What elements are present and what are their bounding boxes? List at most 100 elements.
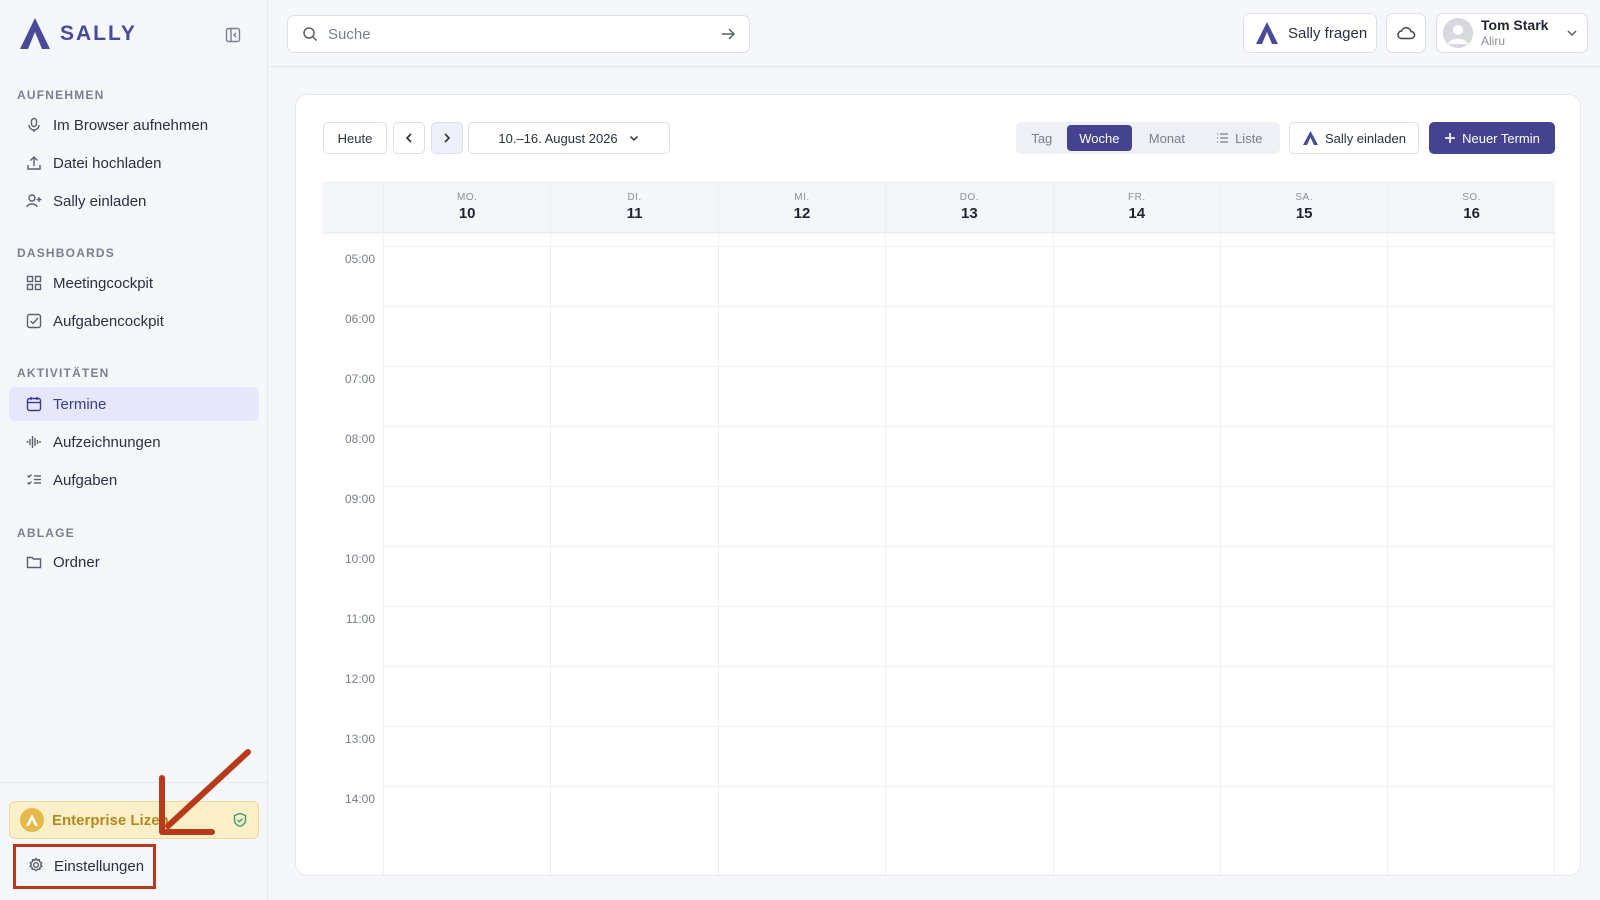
time-slot[interactable] — [1387, 666, 1554, 726]
day-header[interactable]: MO. 10 — [383, 181, 550, 233]
time-slot[interactable] — [718, 786, 885, 846]
sidebar-item-browser-record[interactable]: Im Browser aufnehmen — [9, 108, 259, 142]
time-slot[interactable] — [1387, 546, 1554, 606]
time-slot[interactable] — [550, 306, 717, 366]
time-slot[interactable] — [1220, 366, 1387, 426]
new-appointment-button[interactable]: Neuer Termin — [1429, 122, 1555, 154]
time-slot[interactable] — [1053, 366, 1220, 426]
time-slot[interactable] — [383, 666, 550, 726]
time-slot[interactable] — [1220, 486, 1387, 546]
time-slot[interactable] — [1220, 606, 1387, 666]
sidebar-item-aufgaben[interactable]: Aufgaben — [9, 463, 259, 497]
time-slot[interactable] — [550, 726, 717, 786]
time-slot[interactable] — [1053, 426, 1220, 486]
time-slot[interactable] — [1387, 246, 1554, 306]
time-slot[interactable] — [718, 606, 885, 666]
time-slot[interactable] — [885, 306, 1052, 366]
time-slot[interactable] — [383, 366, 550, 426]
time-slot[interactable] — [1053, 246, 1220, 306]
time-slot[interactable] — [885, 786, 1052, 846]
time-slot[interactable] — [550, 786, 717, 846]
time-slot[interactable] — [718, 726, 885, 786]
time-slot[interactable] — [885, 726, 1052, 786]
collapse-sidebar-button[interactable] — [223, 25, 243, 45]
time-slot[interactable] — [1053, 306, 1220, 366]
brand[interactable]: SALLY — [16, 16, 137, 52]
time-slot[interactable] — [550, 486, 717, 546]
today-button[interactable]: Heute — [323, 122, 387, 154]
time-slot[interactable] — [885, 606, 1052, 666]
time-slot[interactable] — [1053, 486, 1220, 546]
prev-week-button[interactable] — [393, 122, 425, 154]
sidebar-item-aufzeichnungen[interactable]: Aufzeichnungen — [9, 425, 259, 459]
time-slot[interactable] — [550, 366, 717, 426]
time-slot[interactable] — [1220, 546, 1387, 606]
time-slot[interactable] — [383, 786, 550, 846]
day-header[interactable]: SA. 15 — [1220, 181, 1387, 233]
day-header[interactable]: DO. 13 — [885, 181, 1052, 233]
time-slot[interactable] — [1220, 786, 1387, 846]
time-slot[interactable] — [1220, 306, 1387, 366]
time-slot[interactable] — [1387, 726, 1554, 786]
time-slot[interactable] — [718, 306, 885, 366]
time-slot[interactable] — [1053, 786, 1220, 846]
time-slot[interactable] — [550, 426, 717, 486]
day-header[interactable]: SO. 16 — [1387, 181, 1554, 233]
sidebar-item-aufgabencockpit[interactable]: Aufgabencockpit — [9, 304, 259, 338]
sidebar-item-termine[interactable]: Termine — [9, 387, 259, 421]
time-slot[interactable] — [1387, 306, 1554, 366]
arrow-right-icon[interactable] — [721, 27, 735, 41]
next-week-button[interactable] — [431, 122, 463, 154]
time-slot[interactable] — [383, 426, 550, 486]
time-slot[interactable] — [1387, 606, 1554, 666]
time-slot[interactable] — [383, 246, 550, 306]
view-tab-list[interactable]: Liste — [1202, 125, 1277, 151]
time-slot[interactable] — [885, 666, 1052, 726]
sidebar-item-ordner[interactable]: Ordner — [9, 545, 259, 579]
time-slot[interactable] — [718, 486, 885, 546]
time-slot[interactable] — [1053, 606, 1220, 666]
day-header[interactable]: DI. 11 — [550, 181, 717, 233]
time-slot[interactable] — [718, 246, 885, 306]
time-slot[interactable] — [383, 546, 550, 606]
settings-button[interactable]: Einstellungen — [13, 844, 156, 889]
sidebar-item-meetingcockpit[interactable]: Meetingcockpit — [9, 266, 259, 300]
view-tab-week[interactable]: Woche — [1066, 125, 1133, 151]
time-slot[interactable] — [1053, 546, 1220, 606]
time-slot[interactable] — [383, 606, 550, 666]
time-slot[interactable] — [1387, 366, 1554, 426]
time-slot[interactable] — [383, 306, 550, 366]
time-slot[interactable] — [1053, 666, 1220, 726]
day-header[interactable]: MI. 12 — [717, 181, 885, 233]
time-slot[interactable] — [550, 606, 717, 666]
ask-sally-button[interactable]: Sally fragen — [1243, 13, 1377, 53]
time-slot[interactable] — [1220, 726, 1387, 786]
time-slot[interactable] — [885, 366, 1052, 426]
time-slot[interactable] — [383, 486, 550, 546]
time-slot[interactable] — [550, 666, 717, 726]
time-slot[interactable] — [1387, 426, 1554, 486]
time-slot[interactable] — [718, 366, 885, 426]
time-slot[interactable] — [885, 426, 1052, 486]
day-header[interactable]: FR. 14 — [1052, 181, 1220, 233]
time-slot[interactable] — [718, 426, 885, 486]
cloud-sync-button[interactable] — [1386, 13, 1426, 53]
time-slot[interactable] — [550, 246, 717, 306]
view-tab-day[interactable]: Tag — [1019, 125, 1065, 151]
date-range-dropdown[interactable]: 10.–16. August 2026 — [468, 122, 670, 154]
time-slot[interactable] — [885, 486, 1052, 546]
invite-sally-button[interactable]: Sally einladen — [1289, 122, 1419, 154]
time-slot[interactable] — [885, 246, 1052, 306]
time-slot[interactable] — [383, 726, 550, 786]
time-slot[interactable] — [718, 666, 885, 726]
search-input[interactable] — [328, 25, 711, 43]
time-slot[interactable] — [718, 546, 885, 606]
sidebar-item-invite-sally[interactable]: Sally einladen — [9, 184, 259, 218]
search-bar[interactable] — [287, 15, 750, 53]
time-slot[interactable] — [1220, 666, 1387, 726]
time-slot[interactable] — [1220, 246, 1387, 306]
time-slot[interactable] — [1387, 486, 1554, 546]
time-slot[interactable] — [1053, 726, 1220, 786]
time-slot[interactable] — [885, 546, 1052, 606]
time-slot[interactable] — [1220, 426, 1387, 486]
